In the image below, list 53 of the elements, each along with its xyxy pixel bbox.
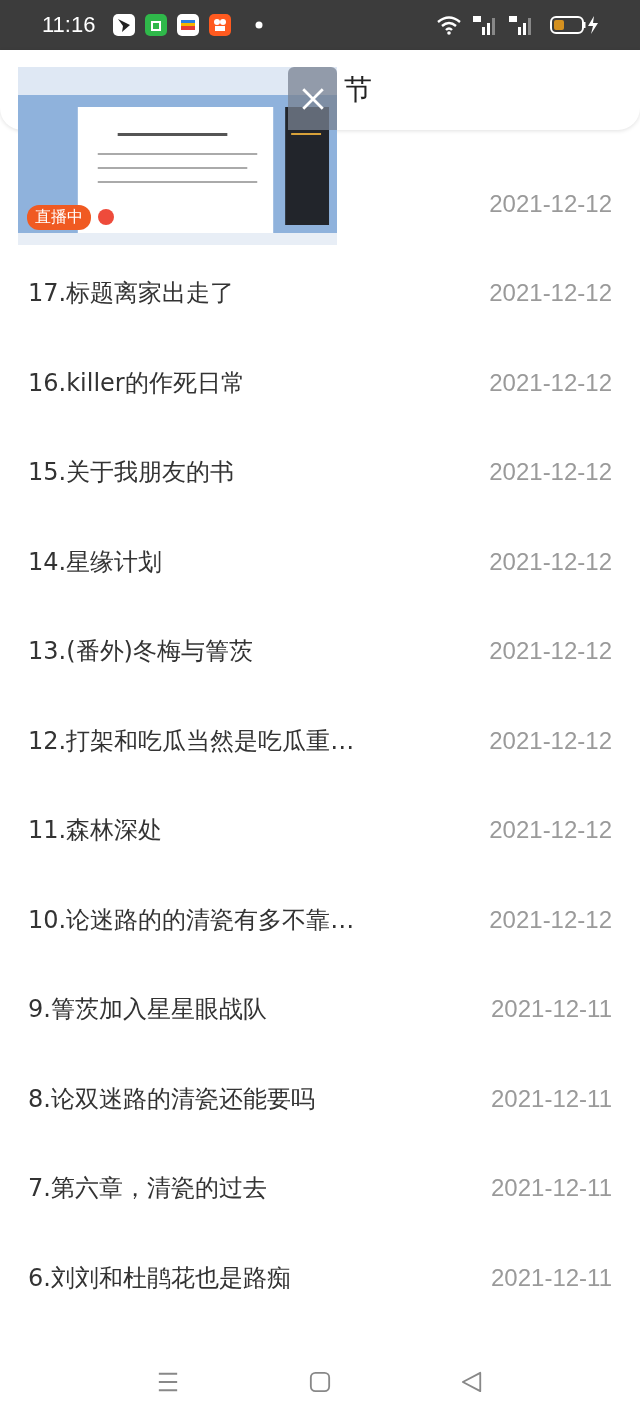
chapter-item[interactable]: 11.森林深处 2021-12-12 — [0, 785, 640, 875]
chapter-date: 2021-12-12 — [489, 279, 612, 308]
chapter-item[interactable]: 7.第六章，清瓷的过去 2021-12-11 — [0, 1143, 640, 1233]
chapter-title: 7.第六章，清瓷的过去 — [28, 1173, 267, 1205]
cellular-signal-icon — [508, 15, 534, 35]
chapter-date: 2021-12-12 — [489, 637, 612, 666]
chapter-item[interactable]: 17.标题离家出走了 2021-12-12 — [0, 248, 640, 338]
chapter-date: 2021-12-11 — [491, 1084, 612, 1113]
chapter-item[interactable]: 14.星缘计划 2021-12-12 — [0, 517, 640, 607]
live-badge: 直播中 — [27, 205, 91, 230]
chapter-date: 2021-12-12 — [489, 368, 612, 397]
chapter-item[interactable]: 15.关于我朋友的书 2021-12-12 — [0, 427, 640, 517]
cellular-signal-icon — [472, 15, 498, 35]
chapter-item[interactable]: 13.(番外)冬梅与箐茨 2021-12-12 — [0, 606, 640, 696]
chapter-item[interactable]: 12.打架和吃瓜当然是吃瓜重… 2021-12-12 — [0, 696, 640, 786]
chapter-item[interactable]: 9.箐茨加入星星眼战队 2021-12-11 — [0, 964, 640, 1054]
record-dot-icon — [98, 209, 114, 225]
chapter-date: 2021-12-12 — [489, 189, 612, 218]
chapter-item[interactable]: 10.论迷路的的清瓷有多不靠… 2021-12-12 — [0, 875, 640, 965]
menu-icon[interactable] — [157, 1371, 179, 1393]
chapter-date: 2021-12-12 — [489, 905, 612, 934]
chapter-item[interactable]: 16.killer的作死日常 2021-12-12 — [0, 338, 640, 428]
clock: 11:16 — [42, 12, 96, 38]
chapter-title: 14.星缘计划 — [28, 546, 163, 578]
chapter-title: 15.关于我朋友的书 — [28, 457, 235, 489]
wifi-icon — [436, 15, 462, 35]
chapter-title: 10.论迷路的的清瓷有多不靠… — [28, 904, 355, 936]
home-icon[interactable] — [309, 1371, 331, 1393]
chapter-title: 8.论双迷路的清瓷还能要吗 — [28, 1083, 315, 1115]
chapter-title: 17.标题离家出走了 — [28, 278, 235, 310]
back-icon[interactable] — [461, 1371, 483, 1393]
chapter-date: 2021-12-12 — [489, 547, 612, 576]
chapter-title: 13.(番外)冬梅与箐茨 — [28, 636, 253, 668]
chapter-date: 2021-12-11 — [491, 995, 612, 1024]
chapter-item[interactable]: 8.论双迷路的清瓷还能要吗 2021-12-11 — [0, 1054, 640, 1144]
chapter-date: 2021-12-12 — [489, 816, 612, 845]
chapter-date: 2021-12-11 — [491, 1174, 612, 1203]
chapter-title: 9.箐茨加入星星眼战队 — [28, 994, 267, 1026]
wallet-app-icon — [177, 14, 200, 36]
chapter-item[interactable]: 6.刘刘和杜鹃花也是路痴 2021-12-11 — [0, 1233, 640, 1323]
page-title: 节 — [344, 72, 372, 108]
video-app-icon — [209, 14, 232, 36]
chapter-title: 16.killer的作死日常 — [28, 367, 245, 399]
chapter-date: 2021-12-11 — [491, 1263, 612, 1292]
notification-dot-icon — [255, 21, 264, 29]
close-button[interactable] — [288, 67, 337, 130]
chapter-date: 2021-12-12 — [489, 458, 612, 487]
battery-charging-icon — [550, 15, 600, 35]
shopping-bag-app-icon — [145, 14, 168, 36]
chapter-title: 6.刘刘和杜鹃花也是路痴 — [28, 1262, 291, 1294]
chapter-title: 11.森林深处 — [28, 815, 163, 847]
chapter-title: 12.打架和吃瓜当然是吃瓜重… — [28, 725, 355, 757]
chapter-date: 2021-12-12 — [489, 726, 612, 755]
